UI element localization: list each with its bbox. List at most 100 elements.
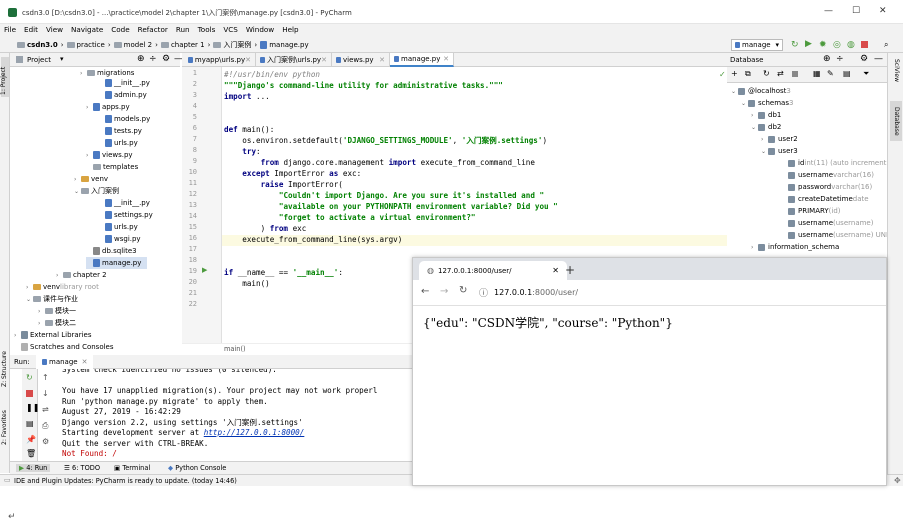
tree-item[interactable]: settings.py xyxy=(98,209,153,221)
table-icon[interactable]: ▦ xyxy=(813,69,821,78)
editor-breadcrumb[interactable]: main() xyxy=(224,345,246,353)
tree-item[interactable]: manage.py xyxy=(86,257,148,269)
maximize-button[interactable]: ☐ xyxy=(852,6,860,16)
chevron-down-icon[interactable]: ⌄ xyxy=(26,296,33,303)
forward-icon[interactable]: → xyxy=(440,286,448,297)
menu-view[interactable]: View xyxy=(42,24,67,35)
console-icon[interactable]: ▤ xyxy=(843,69,851,78)
project-panel-title[interactable]: Project xyxy=(27,56,51,64)
tree-item[interactable]: ⌄ 入门案例 xyxy=(74,185,119,197)
tree-item[interactable]: templates xyxy=(86,161,138,173)
tree-item[interactable]: Scratches and Consoles xyxy=(14,341,114,353)
db-tree-item[interactable]: username (username) xyxy=(781,217,873,229)
stop-icon[interactable] xyxy=(792,71,798,77)
filter-icon[interactable]: ⏷ xyxy=(863,69,869,79)
sync-icon[interactable]: ⇄ xyxy=(777,69,784,78)
breadcrumb-model2[interactable]: model 2 xyxy=(113,41,152,49)
stop-icon[interactable] xyxy=(861,41,868,48)
breadcrumb-rumen[interactable]: 入门案例 xyxy=(213,40,251,50)
minimize-button[interactable]: — xyxy=(824,6,833,16)
refresh-icon[interactable]: ↻ xyxy=(763,69,770,78)
db-tree-item[interactable]: ⌄ db2 xyxy=(751,121,781,133)
menu-help[interactable]: Help xyxy=(278,24,302,35)
chevron-right-icon[interactable]: › xyxy=(14,332,21,339)
search-icon[interactable]: ⌕ xyxy=(884,40,888,50)
chevron-right-icon[interactable]: › xyxy=(761,136,768,143)
menu-vcs[interactable]: VCS xyxy=(219,24,242,35)
chevron-down-icon[interactable]: ⌄ xyxy=(741,100,748,107)
chevron-right-icon[interactable]: › xyxy=(86,152,93,159)
db-tree-item[interactable]: PRIMARY (id) xyxy=(781,205,841,217)
editor-tab[interactable]: manage.py ✕ xyxy=(390,53,454,67)
close-icon[interactable]: ✕ xyxy=(82,358,88,366)
db-tree-item[interactable]: ⌄ user3 xyxy=(761,145,798,157)
editor-tab[interactable]: views.py ✕ xyxy=(332,53,390,67)
run-gutter-icon[interactable]: ▶ xyxy=(202,266,207,274)
close-icon[interactable]: ✕ xyxy=(245,56,251,64)
db-tree-item[interactable]: › information_schema xyxy=(751,241,839,253)
address-bar[interactable]: ⓘ 127.0.0.1:8000/user/ xyxy=(475,283,879,302)
chevron-right-icon[interactable]: › xyxy=(38,320,45,327)
chevron-right-icon[interactable]: › xyxy=(74,176,81,183)
breadcrumb-file[interactable]: manage.py xyxy=(260,41,309,49)
coverage-icon[interactable]: ◎ xyxy=(833,40,841,50)
tree-item[interactable]: urls.py xyxy=(98,221,138,233)
project-tool-tab[interactable]: 1: Project xyxy=(0,67,7,95)
close-tab-icon[interactable]: ✕ xyxy=(552,266,559,275)
edit-icon[interactable]: ✎ xyxy=(827,69,834,78)
tree-item[interactable]: db.sqlite3 xyxy=(86,245,137,257)
tree-item[interactable]: ⌄ 课件与作业 xyxy=(26,293,78,305)
database-tool-tab[interactable]: Database xyxy=(893,107,900,136)
add-icon[interactable]: + xyxy=(731,69,738,78)
sciview-tool-tab[interactable]: SciView xyxy=(893,59,900,82)
soft-wrap-icon[interactable]: ⇌ xyxy=(42,405,49,414)
breadcrumb-practice[interactable]: practice xyxy=(66,41,105,49)
tab-python-console[interactable]: ◆ Python Console xyxy=(168,464,226,472)
arrow-up-icon[interactable]: ↑ xyxy=(42,373,49,382)
chevron-right-icon[interactable]: › xyxy=(38,308,45,315)
tree-item[interactable]: › External Libraries xyxy=(14,329,92,341)
collapse-all-icon[interactable]: ÷ xyxy=(149,54,157,64)
db-tree-item[interactable]: createDatetime date xyxy=(781,193,869,205)
editor-tab[interactable]: myapp\urls.py ✕ xyxy=(184,53,256,67)
chevron-right-icon[interactable]: › xyxy=(26,284,33,291)
delete-icon[interactable]: 🗑 xyxy=(26,449,36,458)
chevron-right-icon[interactable]: › xyxy=(751,112,758,119)
chevron-down-icon[interactable]: ⌄ xyxy=(761,148,768,155)
tree-item[interactable]: admin.py xyxy=(98,89,147,101)
gear-icon[interactable]: ⚙ xyxy=(860,54,868,64)
hide-icon[interactable]: — xyxy=(874,54,883,64)
db-tree-item[interactable]: username varchar(16) xyxy=(781,169,874,181)
tab-terminal[interactable]: ▣ Terminal xyxy=(114,464,150,472)
db-tree-item[interactable]: › db1 xyxy=(751,109,781,121)
chevron-down-icon[interactable]: ▾ xyxy=(60,55,64,63)
chevron-right-icon[interactable]: › xyxy=(56,272,63,279)
run-icon[interactable]: ▶ xyxy=(805,39,812,49)
tree-item[interactable]: › 模块二 xyxy=(38,317,76,329)
gear-icon[interactable]: ⚙ xyxy=(162,54,170,64)
db-tree-item[interactable]: username(username) UNIQ xyxy=(781,229,887,241)
copy-icon[interactable]: ⧉ xyxy=(745,69,751,79)
reload-icon[interactable]: ↻ xyxy=(459,285,467,296)
print-icon[interactable]: ⎙ xyxy=(42,421,48,431)
tree-item[interactable]: › apps.py xyxy=(86,101,130,113)
chevron-down-icon[interactable]: ⌄ xyxy=(731,88,738,95)
db-tree-item[interactable]: ⌄ schemas 3 xyxy=(741,97,793,109)
tree-item[interactable]: models.py xyxy=(98,113,150,125)
layout-icon[interactable]: ▤ xyxy=(26,419,34,428)
tree-item[interactable]: › venv library root xyxy=(26,281,99,293)
db-tree-item[interactable]: id int(11) (auto increment) xyxy=(781,157,887,169)
new-tab-button[interactable]: + xyxy=(565,263,575,277)
rerun-icon[interactable]: ↻ xyxy=(791,40,799,50)
globe-icon[interactable]: ⊕ xyxy=(823,54,831,64)
tree-item[interactable]: › views.py xyxy=(86,149,133,161)
tree-item[interactable]: › chapter 2 xyxy=(56,269,107,281)
db-tree-item[interactable]: › user2 xyxy=(761,133,798,145)
menu-edit[interactable]: Edit xyxy=(20,24,42,35)
chevron-right-icon[interactable]: › xyxy=(751,244,758,251)
back-icon[interactable]: ← xyxy=(421,286,429,297)
run-config-select[interactable]: manage ▾ xyxy=(731,39,783,51)
run-tab-manage[interactable]: manage ✕ xyxy=(36,355,94,369)
menu-file[interactable]: File xyxy=(0,24,20,35)
structure-tool-tab[interactable]: Z: Structure xyxy=(1,351,8,387)
